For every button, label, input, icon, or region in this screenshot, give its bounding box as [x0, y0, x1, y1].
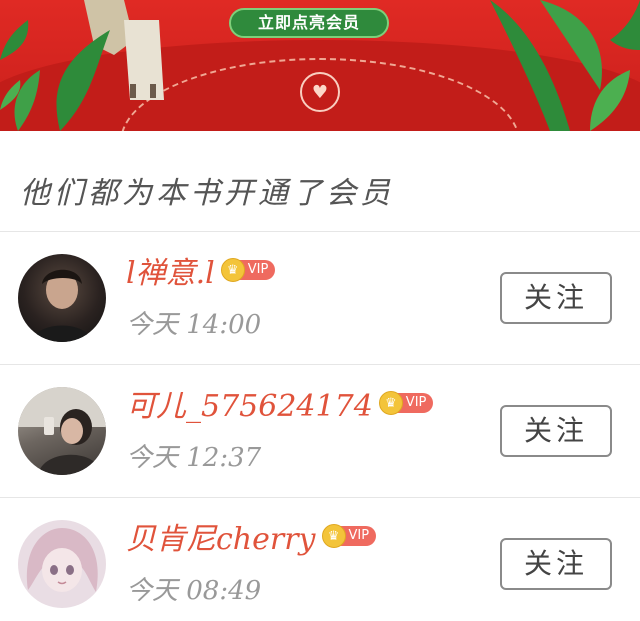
member-name[interactable]: l禅意.l: [126, 248, 215, 292]
follow-button[interactable]: 关注: [500, 405, 612, 457]
avatar-portrait-icon: [26, 528, 98, 592]
member-time: 今天 14:00: [126, 310, 262, 340]
crown-icon: ♛: [321, 524, 346, 548]
right-leaves-decoration: [490, 0, 640, 131]
member-time: 今天 12:37: [126, 443, 262, 473]
avatar[interactable]: [18, 387, 106, 475]
member-name[interactable]: 贝肯尼cherry: [126, 514, 316, 558]
member-name-line: 贝肯尼cherry ♛ VIP: [126, 514, 377, 558]
member-name-line: 可儿_575624174 ♛ VIP: [126, 381, 434, 425]
member-row: 贝肯尼cherry ♛ VIP 今天 08:49 关注: [0, 498, 640, 621]
member-name[interactable]: 可儿_575624174: [126, 381, 373, 425]
left-leaves-decoration: [0, 20, 110, 131]
membership-banner[interactable]: 立即点亮会员 ♥: [0, 0, 640, 131]
activate-membership-button[interactable]: 立即点亮会员: [229, 8, 389, 38]
member-row: l禅意.l ♛ VIP 今天 14:00 关注: [0, 232, 640, 364]
section-title: 他们都为本书开通了会员: [20, 176, 394, 211]
vip-badge: ♛ VIP: [378, 391, 434, 415]
crown-icon: ♛: [378, 391, 403, 415]
follow-button[interactable]: 关注: [500, 272, 612, 324]
follow-button[interactable]: 关注: [500, 538, 612, 590]
avatar[interactable]: [18, 520, 106, 608]
member-row: 可儿_575624174 ♛ VIP 今天 12:37 关注: [0, 365, 640, 497]
vip-badge: ♛ VIP: [321, 524, 377, 548]
vip-badge: ♛ VIP: [220, 258, 276, 282]
avatar-portrait-icon: [18, 387, 106, 475]
avatar-portrait-icon: [32, 269, 92, 342]
avatar[interactable]: [18, 254, 106, 342]
member-name-line: l禅意.l ♛ VIP: [126, 248, 276, 292]
heart-seal-icon: ♥: [300, 72, 340, 112]
member-time: 今天 08:49: [126, 576, 262, 606]
crown-icon: ♛: [220, 258, 245, 282]
